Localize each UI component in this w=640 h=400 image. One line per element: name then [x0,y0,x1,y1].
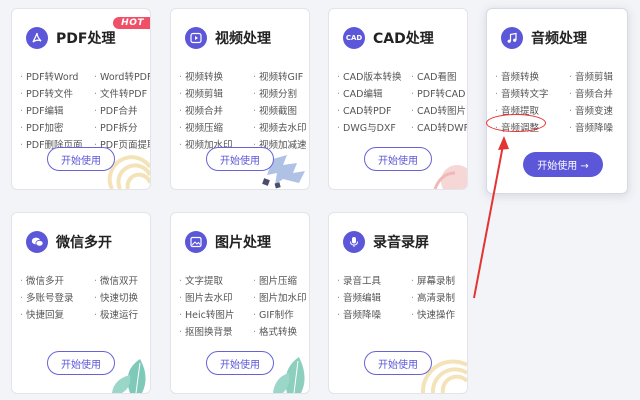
feature-video-merge[interactable]: 视频合并 [179,105,253,119]
feature-multi-account-login[interactable]: 多账号登录 [20,292,94,306]
feature-list: 视频转换 视频转GIF 视频剪辑 视频分割 视频合并 视频截图 视频压缩 视频去… [179,71,309,153]
feature-video-to-gif[interactable]: 视频转GIF [253,71,309,85]
feature-pdf-split[interactable]: PDF拆分 [94,122,150,136]
feature-quick-operate[interactable]: 快速操作 [411,309,467,323]
image-icon [185,231,207,253]
card-header: 音频处理 [501,27,587,49]
card-video[interactable]: 视频处理 视频转换 视频转GIF 视频剪辑 视频分割 视频合并 视频截图 视频压… [170,8,310,190]
feature-audio-cut[interactable]: 音频剪辑 [569,71,627,85]
feature-file-to-pdf[interactable]: 文件转PDF [94,88,150,102]
start-button[interactable]: 开始使用 [47,351,115,375]
feature-cad-to-dwf[interactable]: CAD转DWF [411,122,467,136]
feature-video-compress[interactable]: 视频压缩 [179,122,253,136]
feature-recorder-denoise[interactable]: 音频降噪 [337,309,411,323]
card-image[interactable]: 图片处理 文字提取 图片压缩 图片去水印 图片加水印 Heic转图片 GIF制作… [170,212,310,394]
card-header: CAD CAD处理 [343,27,434,49]
card-audio[interactable]: 音频处理 音频转换 音频剪辑 音频转文字 音频合并 音频提取 音频变速 音频调整… [486,8,628,194]
feature-gif-maker[interactable]: GIF制作 [253,309,309,323]
feature-pdf-to-word[interactable]: PDF转Word [20,71,94,85]
feature-audio-denoise[interactable]: 音频降噪 [569,122,627,136]
card-title: 视频处理 [215,31,271,47]
feature-cad-to-image[interactable]: CAD转图片 [411,105,467,119]
feature-wechat-dual[interactable]: 微信双开 [94,275,150,289]
feature-list: 文字提取 图片压缩 图片去水印 图片加水印 Heic转图片 GIF制作 抠图换背… [179,275,309,340]
feature-video-screenshot[interactable]: 视频截图 [253,105,309,119]
feature-audio-edit[interactable]: 音频编辑 [337,292,411,306]
feature-wechat-multi[interactable]: 微信多开 [20,275,94,289]
feature-list: CAD版本转换 CAD看图 CAD编辑 PDF转CAD CAD转PDF CAD转… [337,71,467,136]
feature-quick-switch[interactable]: 快速切换 [94,292,150,306]
card-recorder[interactable]: 录音录屏 录音工具 屏幕录制 音频编辑 高清录制 音频降噪 快速操作 开始使用 [328,212,468,394]
feature-audio-convert[interactable]: 音频转换 [495,71,569,85]
card-title: 音频处理 [531,31,587,47]
feature-heic-to-image[interactable]: Heic转图片 [179,309,253,323]
feature-text-extract[interactable]: 文字提取 [179,275,253,289]
feature-video-convert[interactable]: 视频转换 [179,71,253,85]
feature-fast-run[interactable]: 极速运行 [94,309,150,323]
feature-pdf-merge[interactable]: PDF合并 [94,105,150,119]
music-note-icon [501,27,523,49]
card-title: PDF处理 [56,31,116,47]
microphone-icon [343,231,365,253]
feature-dwg-dxf[interactable]: DWG与DXF [337,122,411,136]
annotation-highlight-oval [486,114,546,132]
start-button[interactable]: 开始使用 [364,351,432,375]
feature-cad-viewer[interactable]: CAD看图 [411,71,467,85]
feature-audio-merge[interactable]: 音频合并 [569,88,627,102]
feature-list: PDF转Word Word转PDF PDF转文件 文件转PDF PDF编辑 PD… [20,71,150,153]
feature-audio-speed[interactable]: 音频变速 [569,105,627,119]
card-title: 录音录屏 [373,235,429,251]
video-play-icon [185,27,207,49]
feature-pdf-edit[interactable]: PDF编辑 [20,105,94,119]
feature-video-edit[interactable]: 视频剪辑 [179,88,253,102]
card-header: 录音录屏 [343,231,429,253]
card-cad[interactable]: CAD CAD处理 CAD版本转换 CAD看图 CAD编辑 PDF转CAD CA… [328,8,468,190]
feature-video-split[interactable]: 视频分割 [253,88,309,102]
card-header: 微信多开 [26,231,112,253]
feature-audio-to-text[interactable]: 音频转文字 [495,88,569,102]
start-button[interactable]: 开始使用 [47,147,115,171]
card-header: PDF处理 [26,27,115,49]
card-pdf[interactable]: PDF处理 HOT PDF转Word Word转PDF PDF转文件 文件转PD… [11,8,151,190]
card-title: 微信多开 [56,235,112,251]
feature-recording-tool[interactable]: 录音工具 [337,275,411,289]
card-title: CAD处理 [373,31,434,47]
feature-image-add-watermark[interactable]: 图片加水印 [253,292,309,306]
hot-badge: HOT [113,17,150,29]
feature-pdf-encrypt[interactable]: PDF加密 [20,122,94,136]
feature-list: 微信多开 微信双开 多账号登录 快速切换 快捷回复 极速运行 [20,275,150,323]
card-wechat[interactable]: 微信多开 微信多开 微信双开 多账号登录 快速切换 快捷回复 极速运行 开始使用 [11,212,151,394]
feature-quick-reply[interactable]: 快捷回复 [20,309,94,323]
feature-cad-version-convert[interactable]: CAD版本转换 [337,71,411,85]
start-button[interactable]: 开始使用 [206,147,274,171]
feature-cad-to-pdf[interactable]: CAD转PDF [337,105,411,119]
card-header: 视频处理 [185,27,271,49]
card-header: 图片处理 [185,231,271,253]
feature-list: 录音工具 屏幕录制 音频编辑 高清录制 音频降噪 快速操作 [337,275,467,323]
feature-video-remove-watermark[interactable]: 视频去水印 [253,122,309,136]
feature-image-compress[interactable]: 图片压缩 [253,275,309,289]
feature-cad-edit[interactable]: CAD编辑 [337,88,411,102]
start-button[interactable]: 开始使用 [206,351,274,375]
wechat-icon [26,231,48,253]
feature-format-convert[interactable]: 格式转换 [253,326,309,340]
feature-image-remove-watermark[interactable]: 图片去水印 [179,292,253,306]
pdf-icon [26,27,48,49]
feature-pdf-to-file[interactable]: PDF转文件 [20,88,94,102]
start-button[interactable]: 开始使用 [364,147,432,171]
feature-word-to-pdf[interactable]: Word转PDF [94,71,150,85]
feature-screen-record[interactable]: 屏幕录制 [411,275,467,289]
feature-hd-record[interactable]: 高清录制 [411,292,467,306]
cad-icon: CAD [343,27,365,49]
card-title: 图片处理 [215,235,271,251]
feature-pdf-to-cad[interactable]: PDF转CAD [411,88,467,102]
feature-cutout-background[interactable]: 抠图换背景 [179,326,253,340]
start-button[interactable]: 开始使用 → [523,152,603,177]
